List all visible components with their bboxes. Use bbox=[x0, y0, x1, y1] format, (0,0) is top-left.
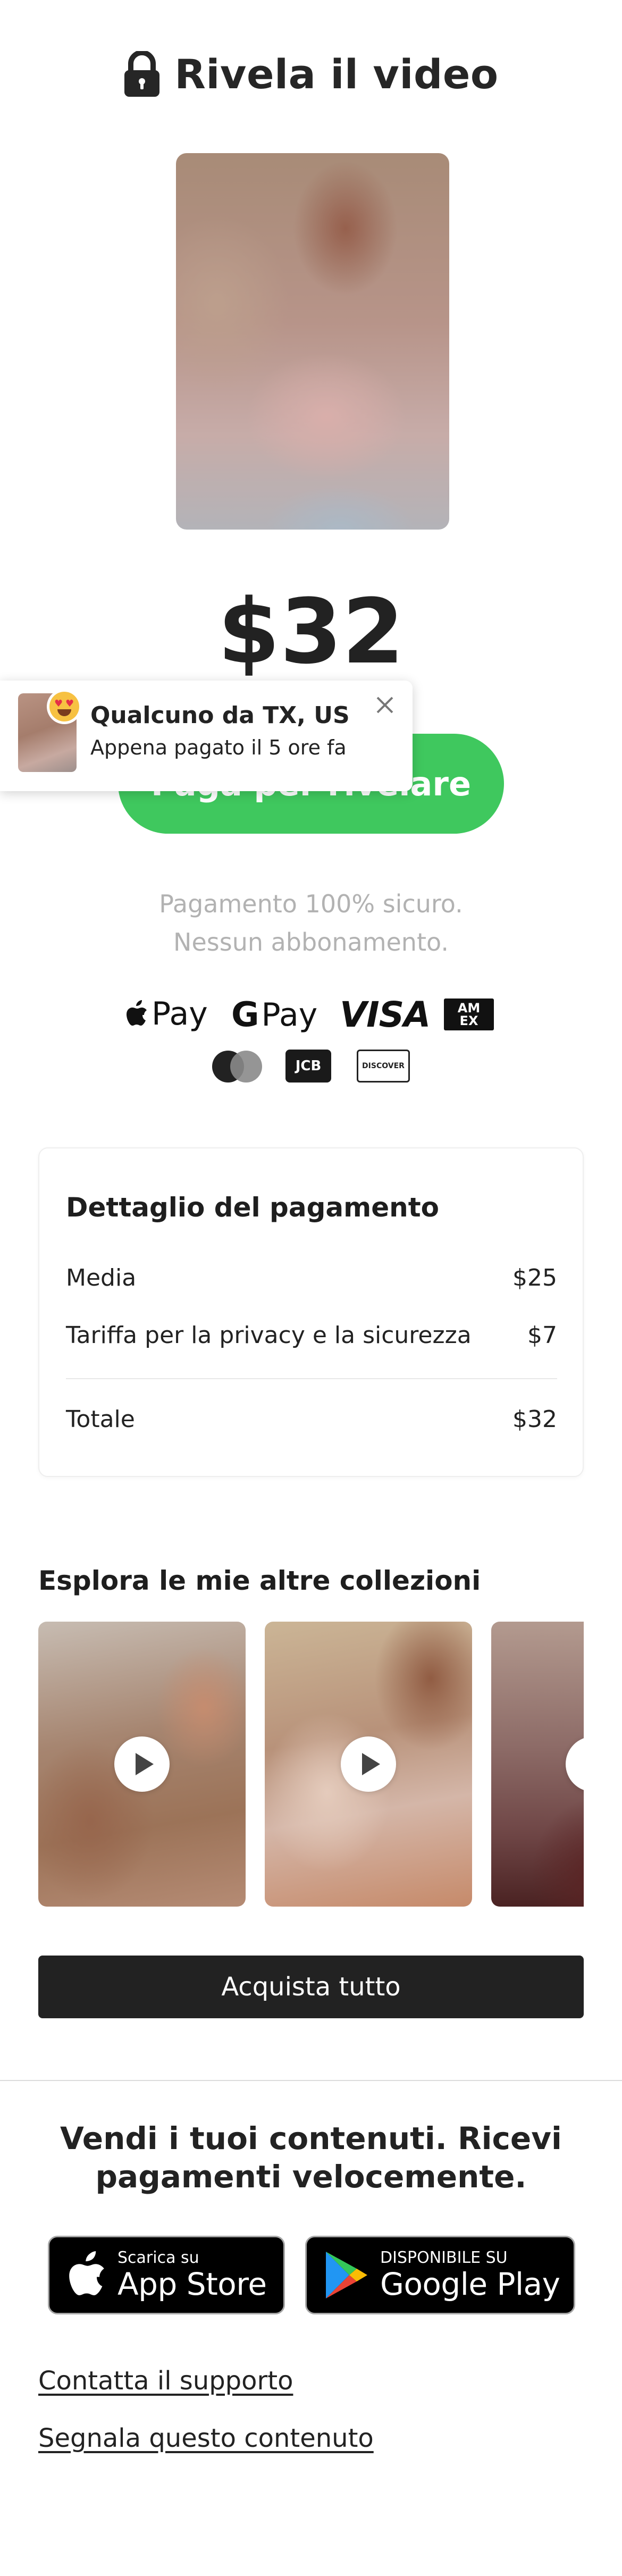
promo-line-1: Vendi i tuoi contenuti. Ricevi bbox=[60, 2120, 562, 2157]
play-icon bbox=[136, 1753, 154, 1775]
details-row-value: $25 bbox=[512, 1264, 557, 1291]
play-button[interactable] bbox=[114, 1736, 170, 1792]
locked-video-preview[interactable] bbox=[176, 153, 449, 530]
details-row-label: Tariffa per la privacy e la sicurezza bbox=[66, 1322, 472, 1349]
lock-icon bbox=[124, 51, 160, 97]
collections-title: Esplora le mie altre collezioni bbox=[38, 1565, 481, 1596]
app-store-badge[interactable]: Scarica su App Store bbox=[48, 2236, 285, 2314]
page-header: Rivela il video bbox=[0, 51, 622, 98]
google-play-big-text: Google Play bbox=[380, 2266, 560, 2302]
payment-details-card: Dettaglio del pagamento Media $25 Tariff… bbox=[38, 1147, 584, 1477]
details-divider bbox=[66, 1378, 557, 1379]
google-pay-text: Pay bbox=[261, 996, 318, 1034]
collections-carousel[interactable] bbox=[38, 1622, 584, 1909]
apple-pay-text: Pay bbox=[152, 995, 208, 1033]
details-row-total: Totale $32 bbox=[66, 1406, 557, 1433]
details-row-value: $7 bbox=[527, 1322, 557, 1349]
details-row-label: Media bbox=[66, 1264, 137, 1291]
details-total-label: Totale bbox=[66, 1406, 135, 1433]
price-label: $32 bbox=[217, 580, 405, 684]
apple-pay-logo: Pay bbox=[125, 995, 208, 1033]
apple-icon bbox=[127, 1000, 147, 1026]
amex-logo: AM EX bbox=[444, 998, 494, 1030]
app-store-small-text: Scarica su bbox=[117, 2248, 199, 2267]
collection-card[interactable] bbox=[38, 1622, 246, 1907]
details-row-fee: Tariffa per la privacy e la sicurezza $7 bbox=[66, 1322, 557, 1349]
apple-icon bbox=[69, 2251, 104, 2295]
promo-line-2: pagamenti velocemente. bbox=[95, 2159, 527, 2195]
contact-support-link[interactable]: Contatta il supporto bbox=[38, 2366, 293, 2396]
promo-heading: Vendi i tuoi contenuti. Ricevi pagamenti… bbox=[32, 2119, 590, 2196]
section-divider bbox=[0, 2080, 622, 2081]
report-content-link[interactable]: Segnala questo contenuto bbox=[38, 2423, 374, 2453]
google-play-icon bbox=[326, 2252, 367, 2298]
play-button[interactable] bbox=[566, 1736, 584, 1792]
amex-text-1: AM bbox=[457, 1001, 481, 1016]
payment-logos-row-1: Pay G Pay VISA AM EX bbox=[125, 993, 497, 1036]
buy-all-button[interactable]: Acquista tutto bbox=[38, 1956, 584, 2018]
visa-logo: VISA bbox=[340, 994, 431, 1035]
collection-card[interactable] bbox=[491, 1622, 584, 1907]
close-icon[interactable] bbox=[369, 689, 401, 721]
google-play-small-text: DISPONIBILE SU bbox=[380, 2248, 508, 2267]
mastercard-logo bbox=[210, 1051, 263, 1083]
discover-logo: DISCOVER bbox=[357, 1050, 410, 1083]
details-total-value: $32 bbox=[512, 1406, 557, 1433]
toast-title: Qualcuno da TX, US bbox=[90, 702, 350, 729]
jcb-logo: JCB bbox=[285, 1050, 331, 1083]
toast-subtitle: Appena pagato il 5 ore fa bbox=[90, 736, 347, 759]
google-g-icon: G bbox=[231, 995, 259, 1035]
details-title: Dettaglio del pagamento bbox=[66, 1192, 439, 1223]
google-play-badge[interactable]: DISPONIBILE SU Google Play bbox=[305, 2236, 575, 2314]
play-button[interactable] bbox=[341, 1736, 396, 1792]
payment-logos-row-2: JCB DISCOVER bbox=[210, 1047, 412, 1086]
google-pay-logo: G Pay bbox=[231, 995, 317, 1035]
play-icon bbox=[362, 1753, 380, 1775]
page-title: Rivela il video bbox=[174, 51, 499, 98]
secure-line-2: Nessun abbonamento. bbox=[173, 928, 449, 956]
amex-text-2: EX bbox=[459, 1013, 478, 1028]
app-store-big-text: App Store bbox=[117, 2266, 267, 2302]
secure-line-1: Pagamento 100% sicuro. bbox=[159, 890, 463, 918]
heart-eyes-emoji-icon: ♥ ♥ bbox=[47, 689, 82, 724]
recent-purchase-toast: ♥ ♥ Qualcuno da TX, US Appena pagato il 5… bbox=[0, 681, 413, 791]
secure-payment-note: Pagamento 100% sicuro. Nessun abbonament… bbox=[0, 885, 622, 961]
details-row-media: Media $25 bbox=[66, 1264, 557, 1291]
collection-card[interactable] bbox=[265, 1622, 472, 1907]
